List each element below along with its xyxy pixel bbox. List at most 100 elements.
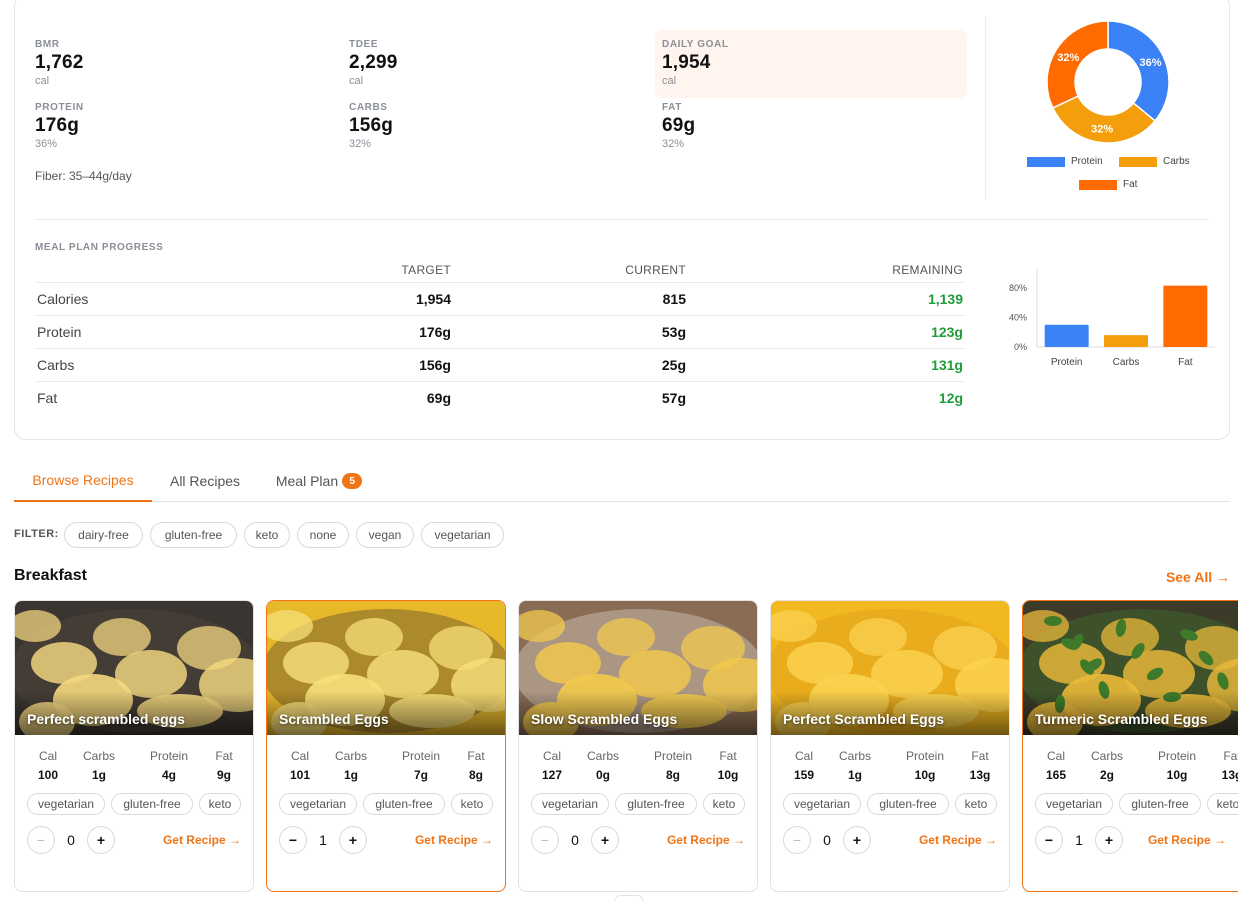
macro-fat: Fat 8g — [461, 749, 491, 782]
macro-carbs-value: 0g — [595, 768, 610, 782]
donut-slice-protein — [1107, 20, 1170, 122]
donut-label-protein: 36% — [1140, 57, 1162, 69]
macro-fat: Fat 13g — [1217, 749, 1238, 782]
macro-cal-label: Cal — [542, 749, 561, 763]
fat-label: FAT — [662, 102, 682, 113]
get-recipe-link[interactable]: Get Recipe → — [1148, 833, 1226, 847]
macro-protein: Protein 4g — [145, 749, 193, 782]
macro-fat-value: 13g — [969, 768, 991, 782]
minus-icon: − — [792, 832, 802, 848]
macro-protein-label: Protein — [905, 749, 945, 763]
row-name: Protein — [35, 315, 245, 349]
legend-carbs-label: Carbs — [1163, 156, 1190, 167]
recipe-card[interactable]: Slow Scrambled Eggs Cal 127 Carbs 0g Pro… — [518, 600, 758, 892]
decrement-button[interactable]: − — [27, 826, 55, 854]
recipe-title: Turmeric Scrambled Eggs — [1035, 711, 1208, 727]
progress-header-row: TARGET CURRENT REMAINING — [35, 258, 965, 283]
macro-cal-label: Cal — [1046, 749, 1065, 763]
macro-fat-label: Fat — [467, 749, 485, 763]
macro-protein-label: Protein — [401, 749, 441, 763]
recipe-card[interactable]: Perfect scrambled eggs Cal 100 Carbs 1g … — [14, 600, 254, 892]
protein-stat: PROTEIN 176g 36% — [35, 102, 335, 150]
tab-browse-recipes[interactable]: Browse Recipes — [14, 460, 152, 502]
x-tick-label: Fat — [1178, 357, 1193, 368]
filter-chip-vegetarian[interactable]: vegetarian — [421, 522, 504, 548]
bar-carbs — [1104, 335, 1148, 347]
recipe-tag: gluten-free — [867, 793, 949, 815]
x-tick-label: Protein — [1051, 357, 1083, 368]
section-title-breakfast: Breakfast — [14, 567, 87, 584]
decrement-button[interactable]: − — [1035, 826, 1063, 854]
scroll-indicator[interactable] — [614, 895, 644, 901]
get-recipe-link[interactable]: Get Recipe → — [919, 833, 997, 847]
tdee-label: TDEE — [349, 39, 379, 50]
macro-carbs-value: 1g — [847, 768, 862, 782]
row-current: 53g — [453, 315, 688, 349]
macro-protein-value: 8g — [665, 768, 680, 782]
filter-chip-dairy-free[interactable]: dairy-free — [64, 522, 143, 548]
macro-cal-value: 127 — [541, 768, 563, 782]
macro-cal: Cal 165 — [1039, 749, 1073, 782]
legend-carbs-swatch — [1119, 156, 1157, 167]
quantity-value: 1 — [1075, 832, 1083, 848]
macro-cal-value: 165 — [1045, 768, 1067, 782]
recipe-photo[interactable]: Perfect scrambled eggs — [15, 601, 253, 735]
increment-button[interactable]: + — [843, 826, 871, 854]
macro-protein: Protein 7g — [397, 749, 445, 782]
row-target: 69g — [426, 389, 451, 406]
tab-browse-recipes-label: Browse Recipes — [32, 472, 134, 488]
meal-plan-count-badge: 5 — [342, 473, 363, 489]
filter-chip-keto[interactable]: keto — [244, 522, 290, 548]
progress-header-remaining: REMAINING — [688, 258, 965, 283]
legend-protein-swatch — [1027, 156, 1065, 167]
macro-carbs-label: Carbs — [586, 749, 619, 763]
quantity-value: 0 — [823, 832, 831, 848]
tab-meal-plan[interactable]: Meal Plan 5 — [264, 460, 374, 502]
plus-icon: + — [1104, 832, 1114, 848]
recipe-photo[interactable]: Scrambled Eggs — [267, 601, 505, 735]
macro-protein-value: 7g — [413, 768, 428, 782]
tab-all-recipes[interactable]: All Recipes — [154, 460, 256, 502]
carbs-label: CARBS — [349, 102, 388, 113]
increment-button[interactable]: + — [87, 826, 115, 854]
recipe-photo[interactable]: Slow Scrambled Eggs — [519, 601, 757, 735]
macro-carbs-label: Carbs — [1090, 749, 1123, 763]
increment-button[interactable]: + — [591, 826, 619, 854]
decrement-button[interactable]: − — [783, 826, 811, 854]
macro-cal-value: 101 — [289, 768, 311, 782]
macro-protein: Protein 8g — [649, 749, 697, 782]
protein-pct: 36% — [35, 138, 58, 150]
increment-button[interactable]: + — [339, 826, 367, 854]
decrement-button[interactable]: − — [279, 826, 307, 854]
recipe-card[interactable]: Perfect Scrambled Eggs Cal 159 Carbs 1g … — [770, 600, 1010, 892]
recipe-photo[interactable]: Turmeric Scrambled Eggs — [1023, 601, 1238, 735]
filter-label: FILTER: — [14, 528, 59, 540]
recipe-photo[interactable]: Perfect Scrambled Eggs — [771, 601, 1009, 735]
protein-label: PROTEIN — [35, 102, 84, 113]
see-all-link[interactable]: See All → — [1166, 569, 1230, 585]
bmr-stat: BMR 1,762 cal — [35, 39, 335, 87]
get-recipe-link[interactable]: Get Recipe → — [415, 833, 493, 847]
increment-button[interactable]: + — [1095, 826, 1123, 854]
nutrition-summary-card: BMR 1,762 cal TDEE 2,299 cal DAILY GOAL … — [14, 0, 1230, 440]
recipe-card[interactable]: Scrambled Eggs Cal 101 Carbs 1g Protein … — [266, 600, 506, 892]
x-tick-label: Carbs — [1113, 357, 1140, 368]
quantity-value: 0 — [571, 832, 579, 848]
minus-icon: − — [1044, 832, 1054, 848]
progress-header-target: TARGET — [245, 258, 453, 283]
get-recipe-link[interactable]: Get Recipe → — [163, 833, 241, 847]
row-remaining: 12g — [938, 389, 963, 406]
get-recipe-link[interactable]: Get Recipe → — [667, 833, 745, 847]
macro-cal-value: 100 — [37, 768, 59, 782]
filter-chip-vegan[interactable]: vegan — [356, 522, 414, 548]
macro-fat-value: 8g — [468, 768, 483, 782]
macro-carbs-label: Carbs — [838, 749, 871, 763]
filter-chip-gluten-free[interactable]: gluten-free — [150, 522, 237, 548]
quantity-value: 0 — [67, 832, 75, 848]
macro-protein-label: Protein — [1157, 749, 1197, 763]
recipe-title: Slow Scrambled Eggs — [531, 711, 678, 727]
recipe-tag: keto — [451, 793, 493, 815]
recipe-card[interactable]: Turmeric Scrambled Eggs Cal 165 Carbs 2g… — [1022, 600, 1238, 892]
filter-chip-none[interactable]: none — [297, 522, 349, 548]
decrement-button[interactable]: − — [531, 826, 559, 854]
